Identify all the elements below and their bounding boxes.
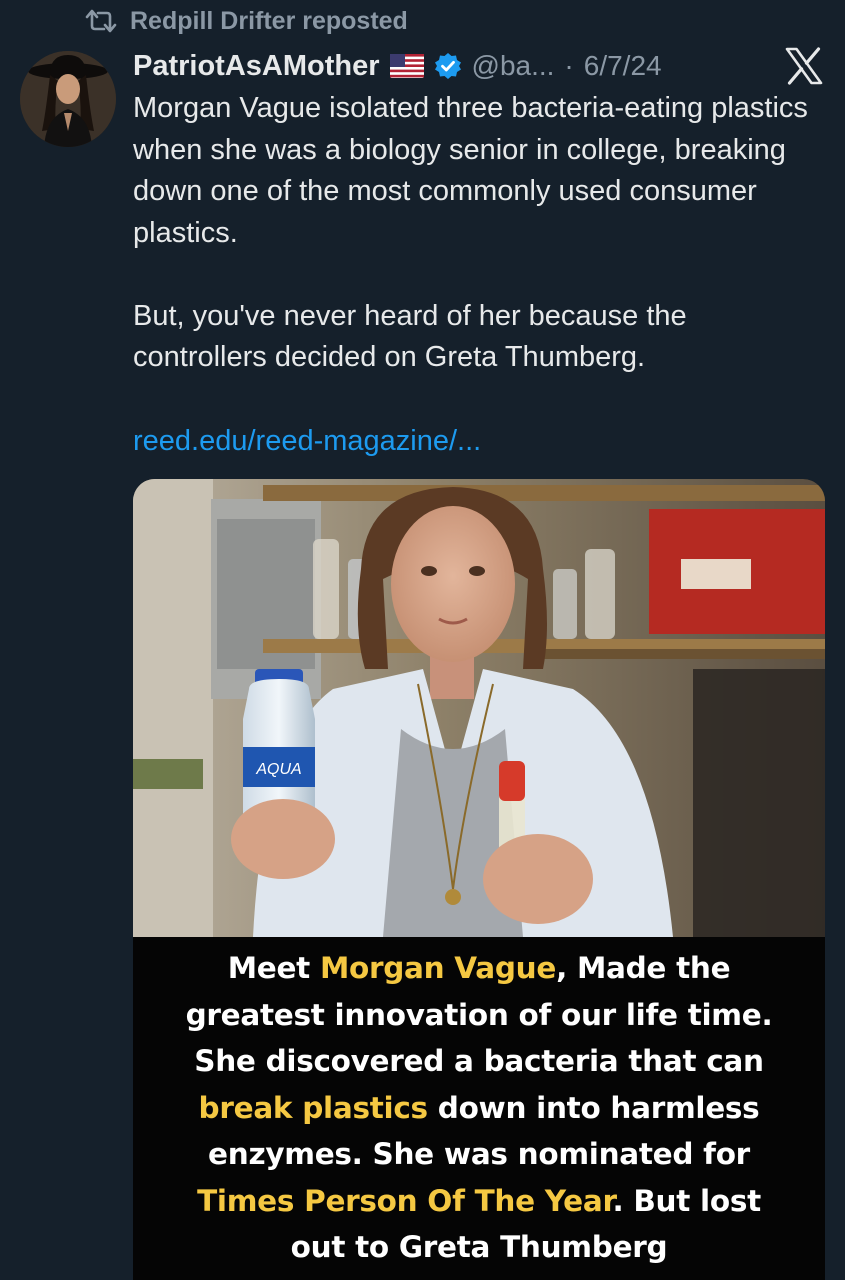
bottle-label: AQUA [255, 761, 301, 778]
tweet-body: Morgan Vague isolated three bacteria-eat… [133, 88, 813, 420]
caption-line: greatest innovation of our life time. [185, 997, 773, 1032]
caption-line: break plastics down into harmless [133, 1085, 825, 1132]
caption-text: Meet [227, 951, 320, 985]
repost-indicator[interactable]: Redpill Drifter reposted [84, 4, 408, 38]
caption-highlight: Morgan Vague [319, 951, 557, 985]
tweet-paragraph: Morgan Vague isolated three bacteria-eat… [133, 92, 808, 249]
separator-dot: · [564, 50, 574, 81]
caption-line: out to Greta Thumberg [290, 1230, 668, 1264]
caption-line: Meet Morgan Vague, Made the [133, 945, 825, 992]
photo-lab-woman: AQUA [133, 479, 825, 937]
x-logo-icon[interactable] [784, 46, 824, 86]
caption-text: . But lost [612, 1183, 762, 1218]
repost-icon [85, 9, 117, 33]
image-caption: Meet Morgan Vague, Made the greatest inn… [133, 937, 825, 1280]
caption-line: enzymes. She was nominated for [208, 1137, 750, 1171]
author-name[interactable]: PatriotAsAMother [133, 50, 380, 83]
avatar-image [20, 51, 116, 147]
tweet-paragraph: But, you've never heard of her because t… [133, 299, 687, 374]
article-link[interactable]: reed.edu/reed-magazine/... [133, 419, 481, 463]
caption-highlight: Times Person Of The Year [197, 1183, 613, 1218]
repost-text: Redpill Drifter reposted [130, 6, 408, 35]
caption-line: She discovered a bacteria that can [194, 1044, 764, 1078]
media-image[interactable]: AQUA Meet Morgan Vague, Made the greates… [133, 479, 825, 1280]
avatar[interactable] [20, 51, 116, 147]
caption-line: Times Person Of The Year. But lost [133, 1178, 825, 1225]
tweet-header: PatriotAsAMother @ba... · 6/7/24 [133, 44, 662, 88]
caption-text: down into harmless [427, 1090, 760, 1125]
caption-highlight: break plastics [198, 1090, 429, 1125]
verified-badge-icon[interactable] [434, 52, 462, 80]
post-date[interactable]: 6/7/24 [584, 50, 662, 82]
caption-text: , Made the [556, 951, 731, 985]
us-flag-icon [389, 54, 424, 78]
author-handle[interactable]: @ba... [472, 50, 555, 82]
